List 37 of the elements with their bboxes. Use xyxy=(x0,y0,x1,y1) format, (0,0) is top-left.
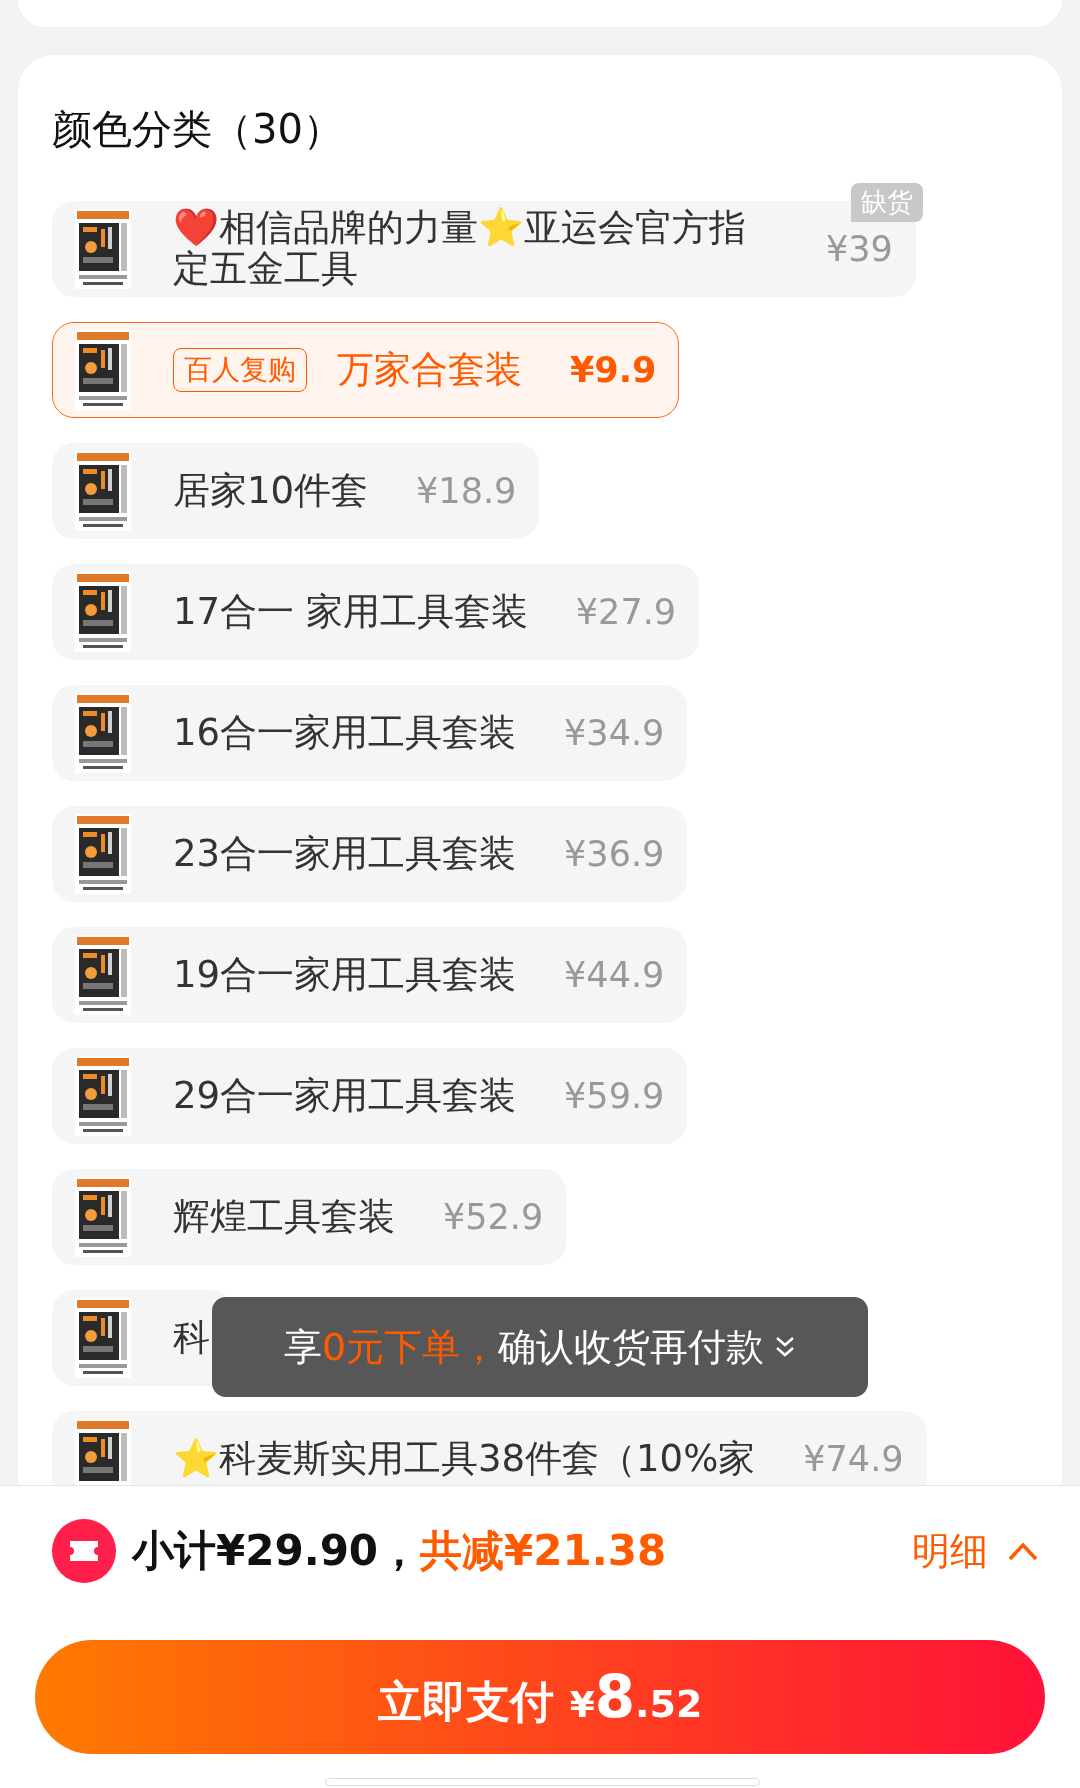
option-name: 万家合套装 xyxy=(337,349,522,391)
option-name: 23合一家用工具套装 xyxy=(173,833,517,875)
section-title: 颜色分类（30） xyxy=(52,105,344,153)
option-price: ¥9.9 xyxy=(570,350,657,390)
option-name: 19合一家用工具套装 xyxy=(173,954,517,996)
option-item[interactable]: ⭐科麦斯实用工具38件套（10%家 ¥74.9 xyxy=(52,1411,927,1485)
subtotal-text: 小计¥29.90， xyxy=(132,1525,421,1577)
discount-text: 共减¥21.38 xyxy=(420,1525,667,1577)
option-item[interactable]: 19合一家用工具套装 ¥44.9 xyxy=(52,927,688,1023)
option-item[interactable]: 居家10件套 ¥18.9 xyxy=(52,443,540,539)
option-price: ¥52.9 xyxy=(443,1197,544,1237)
repurchase-tag: 百人复购 xyxy=(173,348,307,392)
option-item[interactable]: 辉煌工具套装 ¥52.9 xyxy=(52,1169,567,1265)
option-price: ¥36.9 xyxy=(564,834,665,874)
option-price: ¥59.9 xyxy=(564,1076,665,1116)
option-item[interactable]: 16合一家用工具套装 ¥34.9 xyxy=(52,685,688,781)
option-name: 居家10件套 xyxy=(173,470,369,512)
option-price: ¥44.9 xyxy=(564,955,665,995)
option-name: 29合一家用工具套装 xyxy=(173,1075,517,1117)
option-item[interactable]: 17合一 家用工具套装 ¥27.9 xyxy=(52,564,700,660)
option-price: ¥39 xyxy=(826,229,893,269)
pay-button[interactable]: 立即支付 ¥8.52 xyxy=(35,1640,1045,1754)
option-price: ¥18.9 xyxy=(416,471,517,511)
option-price: ¥27.9 xyxy=(575,592,677,632)
coupon-icon xyxy=(52,1519,116,1583)
option-item[interactable]: 29合一家用工具套装 ¥59.9 xyxy=(52,1048,688,1144)
chevron-up-icon xyxy=(1008,1541,1038,1561)
option-item[interactable]: 23合一家用工具套装 ¥36.9 xyxy=(52,806,688,902)
option-name: 17合一 家用工具套装 xyxy=(173,591,528,633)
option-name: ❤相信品牌的力量⭐亚运会官方指定五金工具 xyxy=(173,208,747,290)
option-price: ¥74.9 xyxy=(803,1439,904,1479)
toast-message: 享0元下单，确认收货再付款 xyxy=(283,1323,765,1371)
option-price: ¥34.9 xyxy=(564,713,665,753)
option-name: 科 xyxy=(173,1317,210,1359)
option-name: 16合一家用工具套装 xyxy=(173,712,517,754)
option-name: ⭐科麦斯实用工具38件套（10%家 xyxy=(173,1438,756,1480)
option-name: 辉煌工具套装 xyxy=(173,1196,395,1238)
